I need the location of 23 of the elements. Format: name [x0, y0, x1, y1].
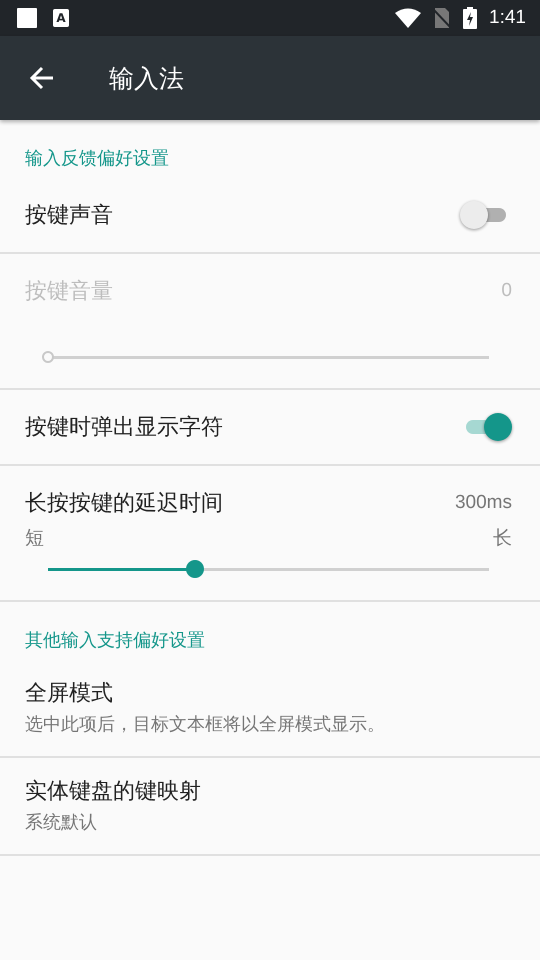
- setting-title: 全屏模式: [25, 680, 114, 708]
- category-header: 输入反馈偏好设置: [24, 147, 170, 171]
- no-sim-icon: [433, 8, 452, 28]
- setting-summary: 选中此项后，目标文本框将以全屏模式显示。: [25, 713, 386, 736]
- setting-summary: 系统默认: [25, 811, 98, 834]
- wifi-icon: [395, 8, 422, 28]
- setting-title: 长按按键的延迟时间: [25, 490, 223, 518]
- setting-title: 按键时弹出显示字符: [25, 414, 223, 442]
- setting-title: 实体键盘的键映射: [25, 778, 202, 806]
- square-icon: [17, 8, 37, 28]
- back-arrow-icon[interactable]: [29, 66, 55, 90]
- setting-value: 300ms: [454, 492, 512, 514]
- category-header: 其他输入支持偏好设置: [24, 629, 206, 653]
- notification-glyph: A: [53, 9, 69, 27]
- setting-title: 按键音量: [25, 278, 113, 306]
- setting-title: 按键声音: [25, 202, 113, 230]
- max-label: 长: [493, 526, 512, 551]
- battery-icon: [463, 7, 478, 29]
- min-label: 短: [25, 526, 44, 551]
- screen-title: 输入法: [109, 62, 184, 94]
- setting-value: 0: [501, 280, 512, 302]
- clock: 1:41: [489, 7, 526, 29]
- slider-thumb[interactable]: [186, 560, 204, 578]
